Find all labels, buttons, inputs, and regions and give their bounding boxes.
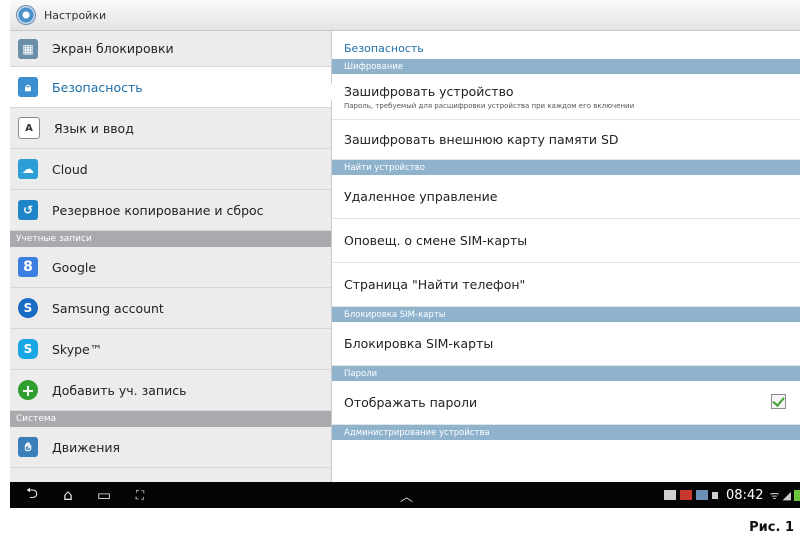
motion-icon: ✋︎ (18, 437, 38, 457)
list-item-security[interactable]: 🔒︎ Безопасность (10, 67, 331, 108)
section-header-accounts: Учетные записи (10, 231, 331, 247)
section-header-passwords: Пароли (332, 366, 800, 381)
app-title: Настройки (44, 8, 107, 22)
list-item-skype[interactable]: S Skype™ (10, 329, 331, 370)
settings-category-list: ▦ Экран блокировки 🔒︎ Безопасность A Язы… (10, 31, 332, 482)
section-header-admin: Администрирование устройства (332, 425, 800, 440)
section-header-sim-lock: Блокировка SIM-карты (332, 307, 800, 322)
recent-apps-icon[interactable]: ▭ (86, 486, 122, 504)
screen-mirror-icon (664, 490, 677, 500)
figure-caption: Рис. 1 (749, 520, 794, 535)
list-item-lock-screen[interactable]: ▦ Экран блокировки (10, 31, 331, 67)
list-item-samsung-account[interactable]: S Samsung account (10, 288, 331, 329)
list-item-google[interactable]: 8 Google (10, 247, 331, 288)
list-item-motion[interactable]: ✋︎ Движения (10, 427, 331, 468)
battery-icon (794, 489, 800, 501)
list-item-add-account[interactable]: + Добавить уч. запись (10, 370, 331, 411)
list-item-backup-reset[interactable]: ↺ Резервное копирование и сброс (10, 190, 331, 231)
setting-find-phone-page[interactable]: Страница "Найти телефон" (332, 263, 800, 307)
setting-show-passwords[interactable]: Отображать пароли (332, 381, 800, 425)
selection-pointer (323, 83, 332, 101)
setting-sim-change-alert[interactable]: Оповещ. о смене SIM-карты (332, 219, 800, 263)
home-icon[interactable]: ⌂ (50, 486, 86, 504)
padlock-icon: 🔒︎ (18, 77, 38, 97)
status-area[interactable]: 08:42 ᯤ ◢ (664, 488, 800, 503)
google-icon: 8 (18, 257, 38, 277)
tablet-screen: Настройки ▦ Экран блокировки 🔒︎ Безопасн… (10, 0, 800, 508)
action-bar: Настройки (10, 0, 800, 31)
pane-title: Безопасность (344, 42, 424, 55)
back-icon[interactable]: ⮌ (14, 483, 50, 508)
add-account-icon: + (18, 380, 38, 400)
signal-icon: ◢ (782, 488, 791, 502)
setting-sim-lock[interactable]: Блокировка SIM-карты (332, 322, 800, 366)
cloud-icon: ☁ (18, 159, 38, 179)
security-settings-pane: Безопасность Шифрование Зашифровать устр… (332, 31, 800, 482)
backup-icon: ↺ (18, 200, 38, 220)
lock-screen-icon: ▦ (18, 38, 38, 59)
section-header-system: Система (10, 411, 331, 427)
skype-icon: S (18, 339, 38, 359)
chevron-up-icon[interactable]: ︿ (400, 486, 413, 505)
wifi-icon: ᯤ (769, 488, 780, 502)
samsung-account-icon: S (18, 298, 38, 318)
list-item-language-input[interactable]: A Язык и ввод (10, 108, 331, 149)
show-passwords-checkbox[interactable] (771, 394, 786, 409)
list-item-cloud[interactable]: ☁ Cloud (10, 149, 331, 190)
language-a-icon: A (18, 117, 40, 139)
section-header-encryption: Шифрование (332, 59, 800, 74)
setting-encrypt-sd[interactable]: Зашифровать внешнюю карту памяти SD (332, 120, 800, 160)
status-clock: 08:42 (726, 487, 764, 503)
notification-icon (680, 490, 693, 500)
settings-gear-icon[interactable] (16, 5, 36, 25)
setting-remote-control[interactable]: Удаленное управление (332, 175, 800, 219)
setting-encrypt-device[interactable]: Зашифровать устройство Пароль, требуемый… (332, 74, 800, 120)
sd-card-icon (712, 491, 719, 499)
message-icon (696, 490, 709, 500)
system-nav-bar: ⮌ ⌂ ▭ ⛶ ︿ 08:42 ᯤ ◢ (10, 482, 800, 508)
screenshot-icon[interactable]: ⛶ (122, 488, 158, 503)
section-header-find-device: Найти устройство (332, 160, 800, 175)
